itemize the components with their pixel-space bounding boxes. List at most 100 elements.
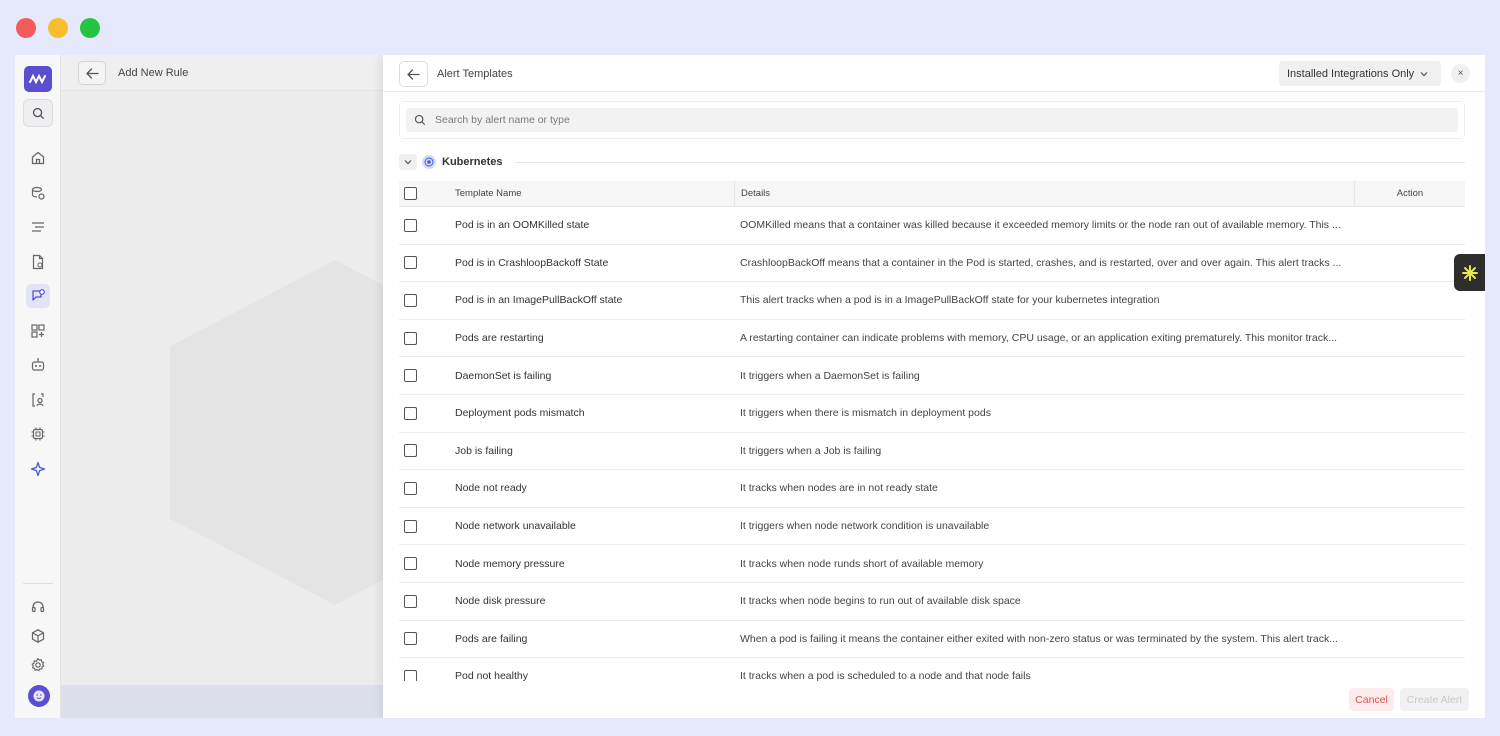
template-name: Pods are restarting bbox=[455, 332, 544, 345]
group-divider bbox=[514, 161, 1465, 163]
support-headset-icon[interactable] bbox=[26, 595, 50, 619]
window-controls bbox=[16, 18, 100, 38]
logs-icon[interactable] bbox=[26, 215, 50, 239]
template-details: It triggers when there is mismatch in de… bbox=[740, 407, 991, 420]
column-header-details: Details bbox=[734, 181, 1354, 207]
sidebar bbox=[15, 55, 61, 718]
row-checkbox[interactable] bbox=[404, 218, 417, 232]
template-name: Pod is in an OOMKilled state bbox=[455, 219, 590, 232]
template-search-input[interactable] bbox=[435, 114, 1335, 126]
integration-filter-select[interactable]: Installed Integrations Only bbox=[1279, 61, 1441, 86]
drawer-close-button[interactable]: × bbox=[1451, 64, 1470, 83]
table-row[interactable]: Pod is in CrashloopBackoff State Crashloo… bbox=[399, 245, 1465, 283]
drawer-back-button[interactable] bbox=[399, 61, 428, 87]
template-name: Job is failing bbox=[455, 444, 513, 457]
table-header: Template Name Details Action bbox=[399, 181, 1465, 207]
infrastructure-icon[interactable] bbox=[26, 181, 50, 205]
search-icon bbox=[414, 114, 426, 126]
chevron-down-icon bbox=[1420, 71, 1428, 76]
home-icon[interactable] bbox=[26, 146, 50, 170]
table-row[interactable]: Node disk pressure It tracks when node be… bbox=[399, 583, 1465, 621]
template-name: Pod is in an ImagePullBackOff state bbox=[455, 294, 623, 307]
template-name: Node disk pressure bbox=[455, 595, 546, 608]
template-details: It tracks when nodes are in not ready st… bbox=[740, 482, 938, 495]
create-alert-button[interactable]: Create Alert bbox=[1400, 688, 1469, 711]
user-avatar[interactable] bbox=[28, 685, 50, 707]
row-checkbox[interactable] bbox=[404, 519, 417, 533]
table-row[interactable]: Pods are failing When a pod is failing it… bbox=[399, 621, 1465, 659]
select-all-checkbox[interactable] bbox=[404, 187, 417, 200]
column-header-template-name: Template Name bbox=[455, 188, 522, 199]
chip-icon[interactable] bbox=[26, 422, 50, 446]
table-body: Pod is in an OOMKilled state OOMKilled me… bbox=[399, 207, 1465, 681]
row-checkbox[interactable] bbox=[404, 632, 417, 646]
collapse-group-button[interactable] bbox=[399, 154, 417, 170]
row-checkbox[interactable] bbox=[404, 481, 417, 495]
package-icon[interactable] bbox=[26, 624, 50, 648]
template-name: Deployment pods mismatch bbox=[455, 407, 585, 420]
minimize-window-button[interactable] bbox=[48, 18, 68, 38]
feedback-widget[interactable] bbox=[1454, 254, 1485, 291]
user-monitor-icon[interactable] bbox=[26, 388, 50, 412]
template-details: When a pod is failing it means the conta… bbox=[740, 632, 1339, 645]
maximize-window-button[interactable] bbox=[80, 18, 100, 38]
close-window-button[interactable] bbox=[16, 18, 36, 38]
table-row[interactable]: Job is failing It triggers when a Job is … bbox=[399, 433, 1465, 471]
sparkle-ai-icon[interactable] bbox=[26, 457, 50, 481]
page-back-button[interactable] bbox=[78, 61, 106, 85]
drawer-header: Alert Templates Installed Integrations O… bbox=[383, 55, 1485, 92]
template-name: DaemonSet is failing bbox=[455, 369, 552, 382]
template-search-container bbox=[399, 101, 1465, 139]
cancel-button[interactable]: Cancel bbox=[1349, 688, 1394, 711]
table-row[interactable]: Node memory pressure It tracks when node … bbox=[399, 545, 1465, 583]
sidebar-search-icon[interactable] bbox=[23, 99, 53, 127]
row-checkbox[interactable] bbox=[404, 557, 417, 571]
template-name: Pod is in CrashloopBackoff State bbox=[455, 256, 609, 269]
template-details: A restarting container can indicate prob… bbox=[740, 332, 1338, 345]
template-details: It tracks when a pod is scheduled to a n… bbox=[740, 670, 1031, 681]
template-details: It triggers when a Job is failing bbox=[740, 444, 882, 457]
alert-templates-drawer: Alert Templates Installed Integrations O… bbox=[383, 55, 1485, 718]
document-icon[interactable] bbox=[26, 250, 50, 274]
row-checkbox[interactable] bbox=[404, 369, 417, 383]
table-row[interactable]: Pod not healthy It tracks when a pod is s… bbox=[399, 658, 1465, 681]
drawer-footer: Cancel Create Alert bbox=[383, 681, 1485, 718]
template-name: Node memory pressure bbox=[455, 557, 565, 570]
template-search-box[interactable] bbox=[406, 108, 1458, 132]
dashboards-icon[interactable] bbox=[26, 319, 50, 343]
sidebar-divider bbox=[23, 583, 53, 584]
group-label: Kubernetes bbox=[442, 156, 503, 168]
row-checkbox[interactable] bbox=[404, 256, 417, 270]
templates-table: Template Name Details Action Pod is in a… bbox=[399, 181, 1465, 681]
row-checkbox[interactable] bbox=[404, 669, 417, 681]
row-checkbox[interactable] bbox=[404, 293, 417, 307]
template-name: Node not ready bbox=[455, 482, 527, 495]
kubernetes-group-header: Kubernetes bbox=[399, 153, 1465, 171]
table-row[interactable]: Pod is in an OOMKilled state OOMKilled me… bbox=[399, 207, 1465, 245]
row-checkbox[interactable] bbox=[404, 406, 417, 420]
row-checkbox[interactable] bbox=[404, 331, 417, 345]
app-logo[interactable] bbox=[24, 66, 52, 92]
template-details: It triggers when a DaemonSet is failing bbox=[740, 369, 920, 382]
template-details: It triggers when node network condition … bbox=[740, 520, 990, 533]
table-row[interactable]: Node network unavailable It triggers when… bbox=[399, 508, 1465, 546]
template-details: OOMKilled means that a container was kil… bbox=[740, 219, 1341, 232]
settings-gear-icon[interactable] bbox=[26, 653, 50, 677]
row-checkbox[interactable] bbox=[404, 594, 417, 608]
robot-icon[interactable] bbox=[26, 353, 50, 377]
drawer-title: Alert Templates bbox=[437, 68, 513, 80]
table-row[interactable]: Pods are restarting A restarting containe… bbox=[399, 320, 1465, 358]
table-row[interactable]: Pod is in an ImagePullBackOff state This … bbox=[399, 282, 1465, 320]
kubernetes-icon bbox=[422, 155, 436, 169]
template-details: CrashloopBackOff means that a container … bbox=[740, 256, 1342, 269]
template-details: It tracks when node runds short of avail… bbox=[740, 557, 984, 570]
row-checkbox[interactable] bbox=[404, 444, 417, 458]
template-name: Node network unavailable bbox=[455, 520, 576, 533]
template-details: It tracks when node begins to run out of… bbox=[740, 595, 1021, 608]
table-row[interactable]: Node not ready It tracks when nodes are i… bbox=[399, 470, 1465, 508]
template-name: Pod not healthy bbox=[455, 670, 528, 681]
table-row[interactable]: DaemonSet is failing It triggers when a D… bbox=[399, 357, 1465, 395]
sparkle-icon bbox=[1461, 264, 1478, 281]
alerts-icon[interactable] bbox=[26, 284, 50, 308]
table-row[interactable]: Deployment pods mismatch It triggers when… bbox=[399, 395, 1465, 433]
